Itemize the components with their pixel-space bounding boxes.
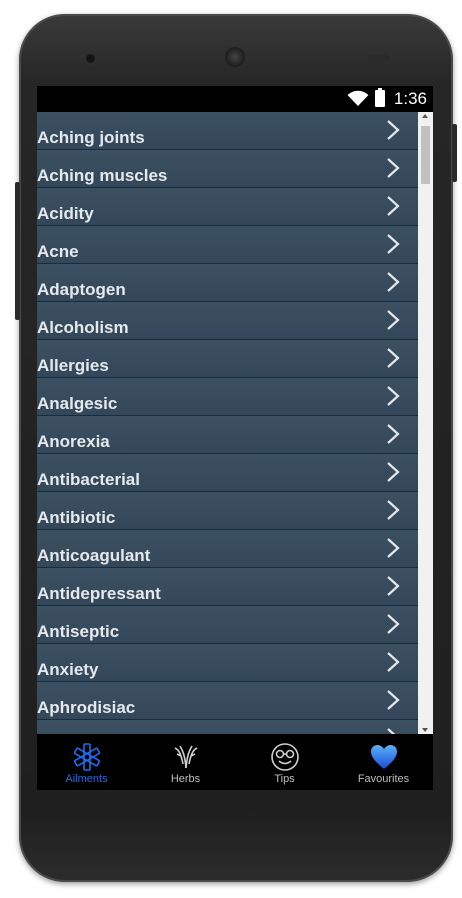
list-item-label: Antibacterial [37,470,140,489]
tab-ailments[interactable]: Ailments [37,734,136,790]
list-item[interactable]: Adaptogen [37,264,418,302]
list-item[interactable]: Alcoholism [37,302,418,340]
chevron-right-icon [386,537,400,564]
list-item-label: Aching muscles [37,166,168,185]
list-item[interactable]: Antidepressant [37,568,418,606]
list-item[interactable]: Allergies [37,340,418,378]
tab-label: Favourites [357,773,410,785]
ailments-list[interactable]: Aching joints Aching muscles Acidity Acne Ad… [37,112,418,734]
tab-favourites[interactable]: Favourites [334,734,433,790]
chevron-right-icon [386,613,400,640]
tab-herbs[interactable]: Herbs [136,734,235,790]
herb-leaf-icon [174,745,197,769]
tab-label: Ailments [65,773,108,785]
chevron-right-icon [386,385,400,412]
chevron-right-icon [386,575,400,602]
chevron-right-icon [386,271,400,298]
list-item[interactable] [37,720,418,734]
list-item[interactable]: Aching muscles [37,150,418,188]
list-item[interactable]: Acne [37,226,418,264]
chevron-right-icon [386,461,400,488]
scrollbar[interactable] [418,112,433,734]
list-item[interactable]: Anticoagulant [37,530,418,568]
front-camera [86,54,95,63]
list-item[interactable]: Aphrodisiac [37,682,418,720]
tab-label: Tips [274,773,295,785]
list-item-label: Alcoholism [37,318,129,337]
scroll-up-arrow-icon[interactable] [422,114,428,118]
wifi-icon [347,90,369,106]
battery-icon [375,88,385,107]
chevron-right-icon [386,195,400,222]
chevron-right-icon [386,499,400,526]
list-item-label: Analgesic [37,394,118,413]
list-item[interactable]: Acidity [37,188,418,226]
power-button [452,124,457,182]
list-item-label: Acidity [37,204,94,223]
heart-icon [370,745,397,769]
chevron-right-icon [386,119,400,146]
tab-tips[interactable]: Tips [235,734,334,790]
tab-label: Herbs [170,773,201,785]
list-item[interactable]: Antiseptic [37,606,418,644]
list-item-label: Anxiety [37,660,99,679]
star-of-life-icon [73,743,100,771]
list-item[interactable]: Anxiety [37,644,418,682]
list-item[interactable]: Antibiotic [37,492,418,530]
chevron-right-icon [386,727,400,734]
chevron-right-icon [386,651,400,678]
scroll-down-arrow-icon[interactable] [422,728,428,732]
chevron-right-icon [386,157,400,184]
list-item-label: Antibiotic [37,508,116,527]
screen: 1:36 Aching joints Aching muscles Acidity A… [37,86,433,790]
list-item-label: Aphrodisiac [37,698,136,717]
chevron-right-icon [386,347,400,374]
list-item-label: Anticoagulant [37,546,151,565]
earpiece-speaker [225,47,245,67]
list-item-label: Anorexia [37,432,110,451]
chevron-right-icon [386,309,400,336]
chevron-right-icon [386,423,400,450]
status-time: 1:36 [393,89,427,108]
volume-button [15,182,20,320]
bottom-tab-bar: Ailments Herbs Tips Favourites [37,734,433,790]
list-item[interactable]: Analgesic [37,378,418,416]
chevron-right-icon [386,689,400,716]
status-bar: 1:36 [37,86,433,112]
smiley-glasses-icon [270,743,299,771]
proximity-sensor [368,55,390,61]
list-item-label: Acne [37,242,79,261]
list-item[interactable]: Antibacterial [37,454,418,492]
chevron-right-icon [386,233,400,260]
list-item-label: Aching joints [37,128,145,147]
list-item[interactable]: Aching joints [37,112,418,150]
list-item-label: Antiseptic [37,622,120,641]
list-item[interactable]: Anorexia [37,416,418,454]
scrollbar-thumb[interactable] [421,126,430,184]
list-item-label: Allergies [37,356,109,375]
list-item-label: Antidepressant [37,584,161,603]
list-item-label: Adaptogen [37,280,126,299]
